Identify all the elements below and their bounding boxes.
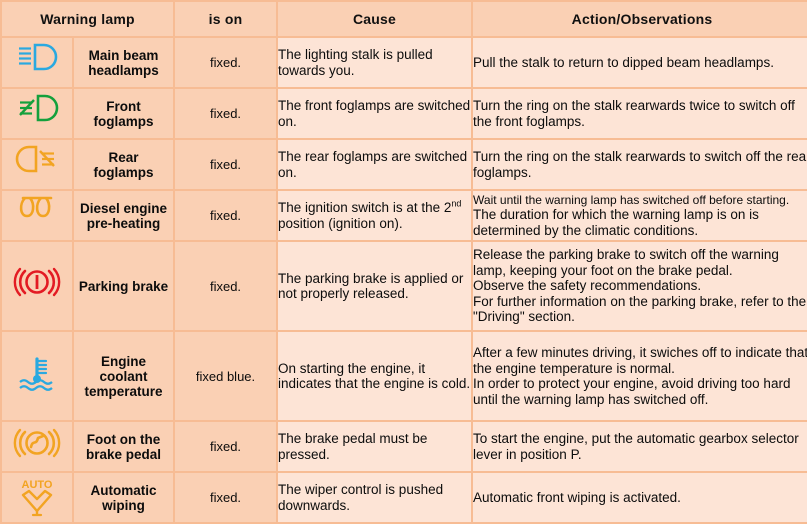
action-line: Wait until the warning lamp has switched… (473, 193, 790, 207)
main-beam-headlamps-icon (2, 38, 72, 87)
cause-text: On starting the engine, it indicates tha… (278, 332, 472, 420)
is-on-value: fixed. (175, 242, 277, 330)
lamp-name-line: Rear (108, 149, 139, 165)
action-line: For further information on the parking b… (473, 293, 807, 325)
is-on-value: fixed blue. (175, 332, 277, 420)
header-action-observations: Action/Observations (473, 2, 807, 36)
lamp-name-line: Automatic (90, 482, 157, 498)
action-line: Turn the ring on the stalk rearwards twi… (473, 98, 795, 129)
rear-foglamps-icon (2, 140, 72, 189)
lamp-name: Rear foglamps (74, 140, 174, 189)
action-line: The duration for which the warning lamp … (473, 207, 759, 238)
is-on-value: fixed. (175, 38, 277, 87)
is-on-value: fixed. (175, 473, 277, 522)
lamp-name: Engine coolant temperature (74, 332, 174, 420)
action-line: Turn the ring on the stalk rearwards to … (473, 149, 807, 180)
header-cause: Cause (278, 2, 472, 36)
table-header-row: Warning lamp is on Cause Action/Observat… (2, 2, 807, 36)
table-row: Front foglamps fixed. The front foglamps… (2, 89, 807, 138)
is-on-value: fixed. (175, 191, 277, 240)
lamp-name-line: Foot on the (86, 431, 161, 447)
action-text: After a few minutes driving, it swiches … (473, 332, 807, 420)
action-line: After a few minutes driving, it swiches … (473, 345, 807, 376)
action-text: Wait until the warning lamp has switched… (473, 191, 807, 240)
table-row: Parking brake fixed. The parking brake i… (2, 242, 807, 330)
foot-on-brake-pedal-icon (2, 422, 72, 471)
cause-text: The ignition switch is at the 2nd positi… (278, 191, 472, 240)
action-line: To start the engine, put the automatic g… (473, 431, 799, 462)
lamp-name: Main beam headlamps (74, 38, 174, 87)
action-text: Turn the ring on the stalk rearwards to … (473, 140, 807, 189)
action-line: Observe the safety recommendations. (473, 278, 702, 294)
action-text: To start the engine, put the automatic g… (473, 422, 807, 471)
automatic-wiping-icon: AUTO (2, 473, 72, 522)
lamp-name-line: wiping (102, 497, 145, 513)
table-row: AUTO Automatic wiping fixed. The wiper c… (2, 473, 807, 522)
lamp-name-line: foglamps (93, 164, 154, 180)
is-on-value: fixed. (175, 422, 277, 471)
warning-lamp-table-container: Warning lamp is on Cause Action/Observat… (0, 0, 807, 524)
cause-text: The wiper control is pushed downwards. (278, 473, 472, 522)
lamp-name-line: Parking brake (78, 278, 169, 294)
lamp-name-line: brake pedal (85, 446, 162, 462)
lamp-name-line: Front (106, 98, 141, 114)
lamp-name-line: pre-heating (86, 215, 161, 231)
action-text: Release the parking brake to switch off … (473, 242, 807, 330)
lamp-name: Foot on the brake pedal (74, 422, 174, 471)
diesel-preheating-icon (2, 191, 72, 240)
table-row: Rear foglamps fixed. The rear foglamps a… (2, 140, 807, 189)
lamp-name-line: Engine (101, 353, 147, 369)
cause-text: The brake pedal must be pressed. (278, 422, 472, 471)
lamp-name: Diesel engine pre-heating (74, 191, 174, 240)
cause-ordinal-suffix: nd (451, 198, 462, 209)
action-line: Pull the stalk to return to dipped beam … (473, 54, 774, 70)
action-text: Automatic front wiping is activated. (473, 473, 807, 522)
engine-coolant-temperature-icon (2, 332, 72, 420)
lamp-name-line: foglamps (93, 113, 154, 129)
table-row: Main beam headlamps fixed. The lighting … (2, 38, 807, 87)
action-line: Automatic front wiping is activated. (473, 489, 681, 505)
lamp-name: Automatic wiping (74, 473, 174, 522)
lamp-name-line: coolant (99, 368, 148, 384)
header-warning-lamp: Warning lamp (2, 2, 174, 36)
header-is-on: is on (175, 2, 277, 36)
cause-text-post: position (ignition on). (278, 215, 403, 231)
warning-lamp-table: Warning lamp is on Cause Action/Observat… (0, 0, 807, 524)
cause-text: The parking brake is applied or not prop… (278, 242, 472, 330)
action-line: In order to protect your engine, avoid d… (473, 376, 791, 407)
is-on-value: fixed. (175, 89, 277, 138)
cause-text: The rear foglamps are switched on. (278, 140, 472, 189)
table-row: Foot on the brake pedal fixed. The brake… (2, 422, 807, 471)
lamp-name: Front foglamps (74, 89, 174, 138)
cause-text: The front foglamps are switched on. (278, 89, 472, 138)
lamp-name-line: headlamps (88, 62, 159, 78)
is-on-value: fixed. (175, 140, 277, 189)
cause-text-pre: The ignition switch is at the 2 (278, 200, 452, 215)
lamp-name: Parking brake (74, 242, 174, 330)
lamp-name-line: temperature (84, 383, 163, 399)
auto-label: AUTO (22, 479, 53, 491)
action-text: Pull the stalk to return to dipped beam … (473, 38, 807, 87)
parking-brake-icon (2, 242, 72, 330)
front-foglamps-icon (2, 89, 72, 138)
table-row: Diesel engine pre-heating fixed. The ign… (2, 191, 807, 240)
lamp-name-line: Main beam (88, 47, 159, 63)
lamp-name-line: Diesel engine (79, 200, 168, 216)
action-line: Release the parking brake to switch off … (473, 247, 779, 278)
table-row: Engine coolant temperature fixed blue. O… (2, 332, 807, 420)
action-text: Turn the ring on the stalk rearwards twi… (473, 89, 807, 138)
cause-text: The lighting stalk is pulled towards you… (278, 38, 472, 87)
